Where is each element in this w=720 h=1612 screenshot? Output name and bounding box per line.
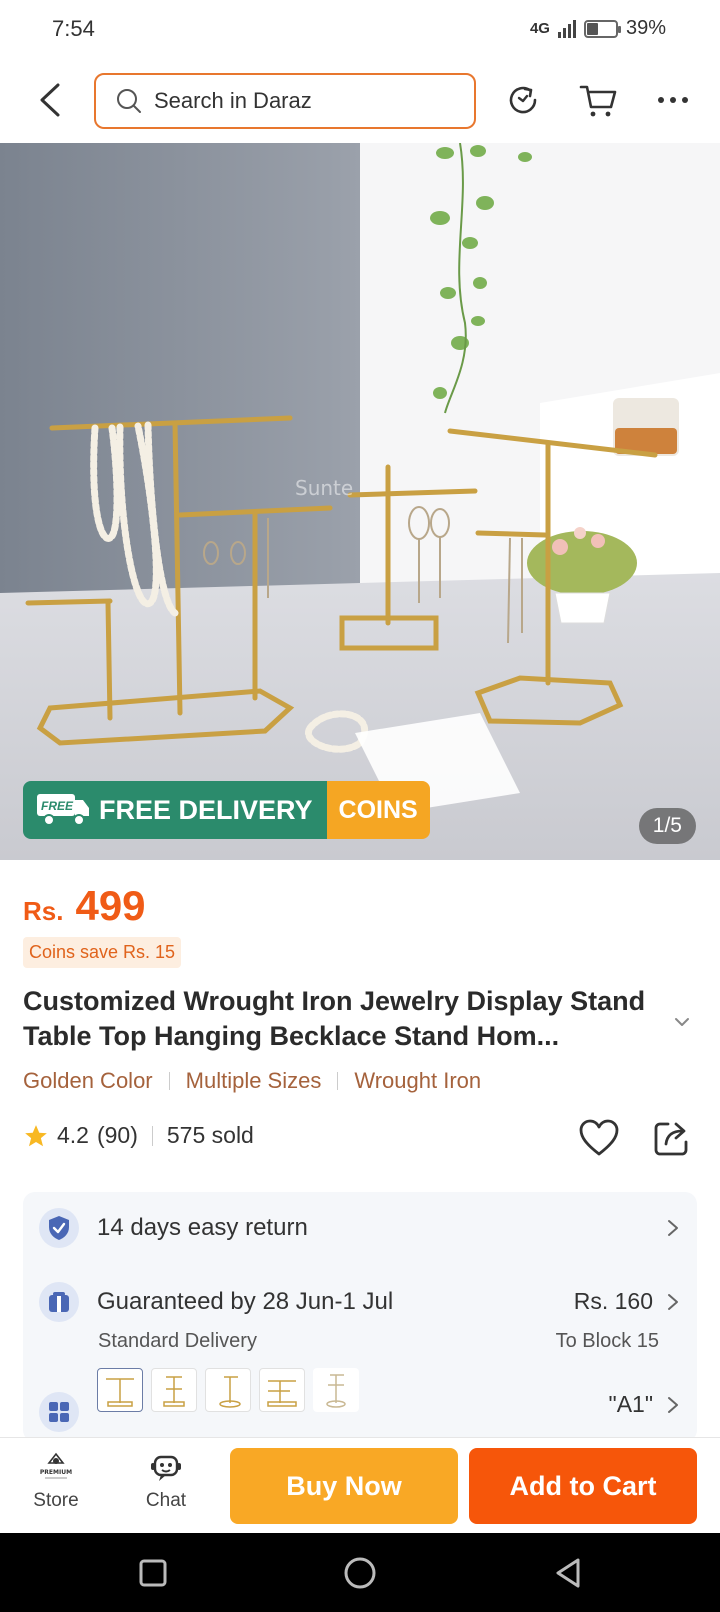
home-button[interactable] [340,1553,380,1593]
variant-row[interactable]: "A1" [23,1368,697,1442]
delivery-fee: Rs. 160 [573,1288,653,1314]
cart-button[interactable] [578,80,618,120]
delivery-type: Standard Delivery [98,1330,257,1352]
expand-title-button[interactable] [670,1010,694,1034]
shield-check-icon [39,1208,79,1248]
product-title: Customized Wrought Iron Jewelry Display … [23,986,646,1051]
chevron-right-icon [668,1294,678,1310]
network-type: 4G [529,20,550,37]
delivery-truck-icon: FREE [37,794,89,826]
delivery-location: To Block 15 [555,1330,659,1352]
buy-now-button[interactable]: Buy Now [230,1448,458,1524]
rating-value: 4.2 [57,1122,89,1148]
chat-bot-icon [149,1450,183,1484]
delivery-row[interactable]: Guaranteed by 28 Jun-1 Jul Standard Deli… [23,1264,697,1374]
price-currency: Rs. [23,896,64,926]
product-image-carousel[interactable]: Sunte FREE FREE DELIVERY COINS 1/5 [0,143,720,860]
share-button[interactable] [652,1118,692,1158]
search-placeholder: Search in Daraz [154,88,312,113]
battery-percent: 39% [625,17,666,39]
chat-label: Chat [145,1490,187,1511]
returns-row[interactable]: 14 days easy return [23,1192,697,1264]
returns-text: 14 days easy return [97,1214,308,1241]
product-photo: Sunte [0,143,720,860]
tag-material[interactable]: Wrought Iron [354,1068,481,1094]
system-back-button[interactable] [548,1553,588,1593]
chevron-down-icon [675,1018,689,1026]
system-navigation-bar [0,1533,720,1612]
image-counter: 1/5 [638,808,696,844]
star-icon [25,1124,47,1146]
home-circle-icon [344,1557,376,1589]
product-tags: Golden Color Multiple Sizes Wrought Iron [23,1068,481,1094]
rating-count: (90) [96,1122,138,1148]
tag-divider [168,1072,170,1090]
tag-color[interactable]: Golden Color [23,1068,153,1094]
variants-grid-icon [39,1392,79,1432]
free-delivery-text: FREE DELIVERY [99,794,313,825]
variant-thumb[interactable] [151,1368,197,1412]
refresh-icon [509,86,537,114]
more-dots-icon [658,97,688,103]
coins-label: COINS [326,781,430,839]
chevron-right-icon [668,1220,678,1236]
coins-save-badge: Coins save Rs. 15 [23,937,182,968]
selected-variant: "A1" [608,1391,653,1417]
status-bar: 7:54 4G 39% [0,0,720,60]
price: Rs. 499 [23,882,146,930]
signal-icon [557,19,576,38]
variant-thumbnails [97,1368,359,1412]
search-input[interactable]: Search in Daraz [94,73,476,129]
store-logo-text: PREMIUM [40,1469,72,1476]
cart-icon [579,85,617,117]
free-delivery-label: FREE FREE DELIVERY [23,781,327,839]
price-value: 499 [75,882,146,929]
status-time: 7:54 [52,16,95,41]
search-icon [117,89,141,113]
back-triangle-icon [556,1558,580,1588]
recents-square-icon [139,1559,167,1587]
sold-count: 575 sold [166,1122,254,1148]
battery-icon [583,19,621,38]
chevron-right-icon [668,1397,678,1413]
service-info-card: 14 days easy return Guaranteed by 28 Jun… [23,1192,697,1442]
top-header: Search in Daraz [0,70,720,132]
share-icon [654,1122,688,1156]
variant-thumb[interactable] [313,1368,359,1412]
tag-sizes[interactable]: Multiple Sizes [186,1068,322,1094]
back-arrow-icon [40,83,60,117]
free-delivery-banner: FREE FREE DELIVERY COINS [23,781,430,839]
tag-divider [337,1072,339,1090]
package-icon [39,1282,79,1322]
wishlist-button[interactable] [578,1118,620,1158]
store-label: Store [33,1490,79,1511]
free-badge-text: FREE [41,799,74,813]
svg-text:Sunte: Sunte [295,476,353,500]
rating-row[interactable]: 4.2 (90) 575 sold [23,1122,254,1149]
store-logo-icon: PREMIUM [39,1450,73,1484]
status-indicators: 4G 39% [530,17,666,40]
chat-button[interactable]: Chat [126,1450,206,1512]
delivery-guarantee: Guaranteed by 28 Jun-1 Jul [97,1288,394,1315]
heart-icon [579,1119,619,1156]
variant-thumb[interactable] [97,1368,143,1412]
rating-divider [151,1125,153,1146]
more-options-button[interactable] [653,80,693,120]
variant-thumb[interactable] [259,1368,305,1412]
recents-button[interactable] [133,1553,173,1593]
store-button[interactable]: PREMIUM Store [16,1450,96,1512]
bottom-action-bar: PREMIUM Store Chat Buy Now Add to Cart [0,1437,720,1533]
variant-thumb[interactable] [205,1368,251,1412]
back-button[interactable] [30,80,70,120]
history-button[interactable] [503,80,543,120]
add-to-cart-button[interactable]: Add to Cart [469,1448,697,1524]
